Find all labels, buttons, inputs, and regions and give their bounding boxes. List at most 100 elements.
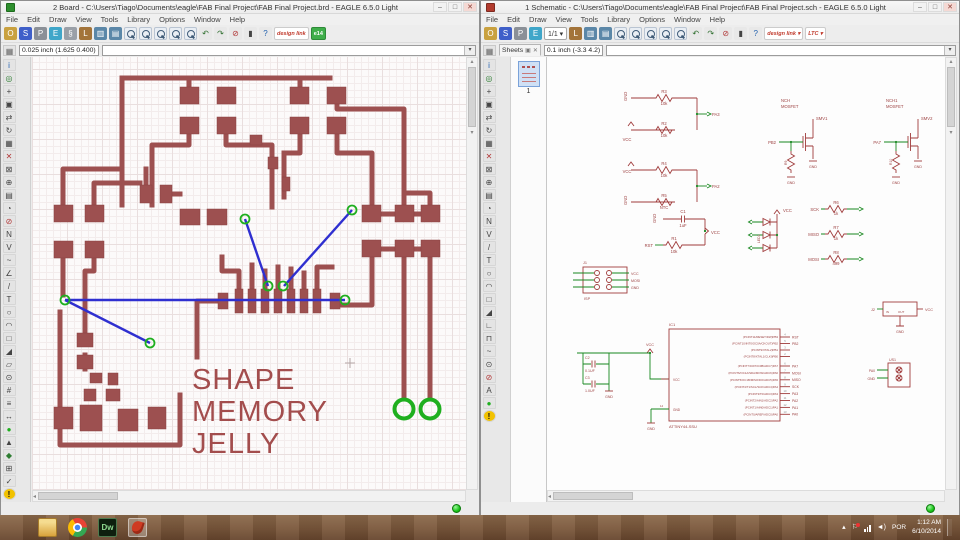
grid-button[interactable]: ▦ (3, 44, 16, 56)
bus-icon[interactable]: ⊓ (482, 331, 496, 344)
zoom-in-icon[interactable] (139, 27, 152, 40)
zoom-out-icon[interactable] (644, 27, 658, 40)
show-icon[interactable]: ◎ (2, 71, 16, 84)
rotate-icon[interactable]: ↻ (482, 123, 496, 136)
zoom-select-icon[interactable] (659, 27, 673, 40)
label-icon[interactable]: ~ (482, 344, 496, 357)
minimize-button[interactable]: – (913, 2, 927, 12)
auto-icon[interactable]: ▲ (2, 435, 16, 448)
redo-icon[interactable]: ↷ (704, 27, 718, 40)
chevron-down-icon[interactable]: ▾ (944, 45, 955, 55)
menu-file[interactable]: File (486, 15, 498, 24)
maximize-button[interactable]: □ (448, 2, 462, 12)
cut-icon[interactable]: ⊠ (482, 162, 496, 175)
menu-options[interactable]: Options (159, 15, 185, 24)
split-icon[interactable]: / (482, 240, 496, 253)
name-icon[interactable]: N (2, 227, 16, 240)
menu-tools[interactable]: Tools (581, 15, 599, 24)
miter-icon[interactable]: ∠ (2, 266, 16, 279)
replace-icon[interactable]: ◔ (2, 201, 16, 214)
sheet-thumbnail[interactable] (517, 61, 540, 87)
vertical-scrollbar[interactable]: ▴ ▾ (945, 57, 957, 490)
cam-export-icon[interactable]: E (529, 27, 542, 40)
copy-icon[interactable]: ▣ (2, 97, 16, 110)
start-button[interactable] (8, 517, 27, 538)
help-icon[interactable]: ? (749, 27, 763, 40)
eagle-icon[interactable] (128, 518, 147, 537)
circle-icon[interactable]: ○ (482, 266, 496, 279)
go-icon[interactable]: ▮ (244, 27, 257, 40)
close-button[interactable]: ✕ (463, 2, 477, 12)
attribute-icon[interactable]: A (482, 383, 496, 396)
dimension-icon[interactable]: ↔ (2, 409, 16, 422)
zoom-fit-icon[interactable] (614, 27, 628, 40)
copy-icon[interactable]: ▣ (482, 97, 496, 110)
open-icon[interactable]: O (484, 27, 497, 40)
undo-icon[interactable]: ↶ (199, 27, 212, 40)
arc-icon[interactable]: ◠ (2, 318, 16, 331)
hidden-icons-button[interactable]: ▴ (842, 523, 846, 533)
stop-icon[interactable]: ⊘ (229, 27, 242, 40)
show-icon[interactable]: ◎ (482, 71, 496, 84)
design-link-badge[interactable]: design link (274, 27, 309, 40)
dreamweaver-icon[interactable]: Dw (98, 518, 117, 537)
menu-tools[interactable]: Tools (101, 15, 119, 24)
grid-button[interactable]: ▦ (483, 44, 496, 56)
clock[interactable]: 1:12 AM 6/10/2014 (912, 519, 941, 535)
ltc-spice-badge[interactable]: LTC ▾ (805, 27, 826, 40)
design-link-badge[interactable]: design link ▾ (764, 27, 804, 40)
pinswap-icon[interactable]: ▤ (482, 188, 496, 201)
invoke-icon[interactable]: ⊘ (482, 370, 496, 383)
zoom-redraw-icon[interactable] (674, 27, 688, 40)
menu-library[interactable]: Library (607, 15, 630, 24)
library-icon[interactable]: L (569, 27, 583, 40)
save-icon[interactable]: S (499, 27, 512, 40)
info-icon[interactable]: i (482, 58, 496, 71)
split-icon[interactable]: / (2, 279, 16, 292)
board-titlebar[interactable]: 2 Board - C:\Users\Tiago\Documents\eagle… (1, 1, 479, 14)
ratsnest-icon[interactable]: ● (2, 422, 16, 435)
undo-icon[interactable]: ↶ (689, 27, 703, 40)
print-icon[interactable]: P (34, 27, 47, 40)
group-icon[interactable]: ▦ (482, 136, 496, 149)
print-icon[interactable]: P (514, 27, 527, 40)
menu-window[interactable]: Window (194, 15, 221, 24)
info-icon[interactable]: i (2, 58, 16, 71)
command-input[interactable]: ▾ (606, 44, 956, 56)
mirror-icon[interactable]: ⇄ (482, 110, 496, 123)
menu-draw[interactable]: Draw (49, 15, 67, 24)
menu-library[interactable]: Library (127, 15, 150, 24)
hole-icon[interactable]: # (2, 383, 16, 396)
vertical-scrollbar[interactable]: ▴ ▾ (466, 57, 478, 490)
menu-edit[interactable]: Edit (27, 15, 40, 24)
stop-icon[interactable]: ⊘ (719, 27, 733, 40)
delete-icon[interactable]: ✕ (482, 149, 496, 162)
open-icon[interactable]: O (4, 27, 17, 40)
network-icon[interactable] (863, 524, 871, 532)
pin-icon[interactable]: ▣ (525, 47, 531, 54)
horizontal-scrollbar[interactable]: ◂ (32, 490, 466, 502)
junction-icon[interactable]: ⊙ (482, 357, 496, 370)
zoom-out-icon[interactable] (154, 27, 167, 40)
rect-icon[interactable]: □ (2, 331, 16, 344)
zoom-redraw-icon[interactable] (184, 27, 197, 40)
move-icon[interactable]: + (482, 84, 496, 97)
library-icon[interactable]: L (79, 27, 92, 40)
chrome-icon[interactable] (68, 518, 87, 537)
menu-draw[interactable]: Draw (529, 15, 547, 24)
sheet-select[interactable]: 1/1 ▾ (544, 27, 568, 40)
command-input[interactable]: ▾ (101, 44, 476, 56)
menu-window[interactable]: Window (674, 15, 701, 24)
menu-help[interactable]: Help (230, 15, 245, 24)
language-indicator[interactable]: POR (892, 524, 906, 531)
volume-icon[interactable]: ◄) (877, 523, 886, 533)
gateswap-icon[interactable]: ◔ (482, 201, 496, 214)
drc-icon[interactable]: ✓ (2, 474, 16, 487)
pinswap-icon[interactable]: ▤ (2, 188, 16, 201)
explorer-icon[interactable] (38, 518, 57, 537)
menu-edit[interactable]: Edit (507, 15, 520, 24)
close-icon[interactable]: ✕ (533, 47, 538, 54)
signal-icon[interactable]: ⊙ (2, 370, 16, 383)
chevron-down-icon[interactable]: ▾ (464, 45, 475, 55)
add-icon[interactable]: ⊕ (482, 175, 496, 188)
